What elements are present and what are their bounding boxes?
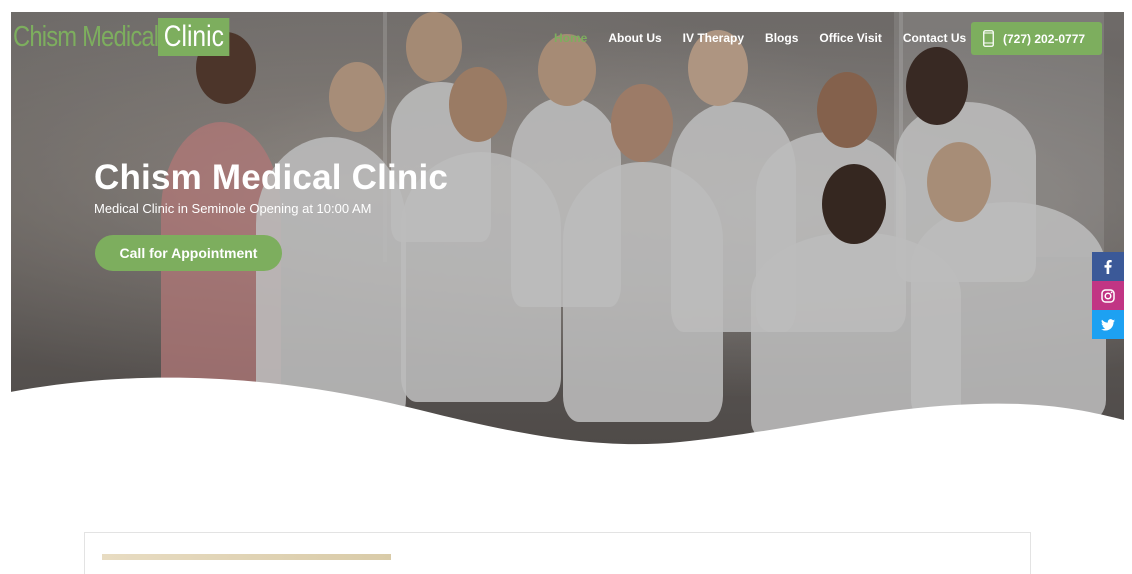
logo-box-text: Clinic [158, 18, 230, 56]
nav-blogs[interactable]: Blogs [765, 30, 798, 46]
card-image-strip [102, 554, 391, 560]
facebook-icon [1104, 259, 1112, 274]
hero-title: Chism Medical Clinic [94, 158, 449, 197]
facebook-link[interactable] [1092, 252, 1124, 281]
phone-number: (727) 202-0777 [1003, 31, 1086, 46]
nav-contact-us[interactable]: Contact Us [903, 30, 966, 46]
instagram-link[interactable] [1092, 281, 1124, 310]
hero-wave-divider [0, 377, 1132, 470]
social-sidebar [1092, 252, 1124, 339]
main-nav: Home About Us IV Therapy Blogs Office Vi… [554, 30, 987, 46]
logo-text: Chism Medical [13, 20, 159, 53]
phone-button[interactable]: (727) 202-0777 [971, 22, 1102, 55]
instagram-icon [1101, 288, 1115, 303]
page: Chism Medical Clinic Home About Us IV Th… [0, 0, 1132, 574]
twitter-link[interactable] [1092, 310, 1124, 339]
nav-office-visit[interactable]: Office Visit [819, 30, 881, 46]
nav-about-us[interactable]: About Us [608, 30, 661, 46]
hero-subtitle: Medical Clinic in Seminole Opening at 10… [94, 201, 372, 216]
twitter-icon [1101, 318, 1115, 331]
nav-home[interactable]: Home [554, 30, 587, 46]
content-card [84, 532, 1031, 574]
call-for-appointment-button[interactable]: Call for Appointment [95, 235, 282, 271]
mobile-phone-icon [983, 30, 994, 47]
nav-iv-therapy[interactable]: IV Therapy [683, 30, 744, 46]
site-logo[interactable]: Chism Medical Clinic [13, 18, 230, 56]
